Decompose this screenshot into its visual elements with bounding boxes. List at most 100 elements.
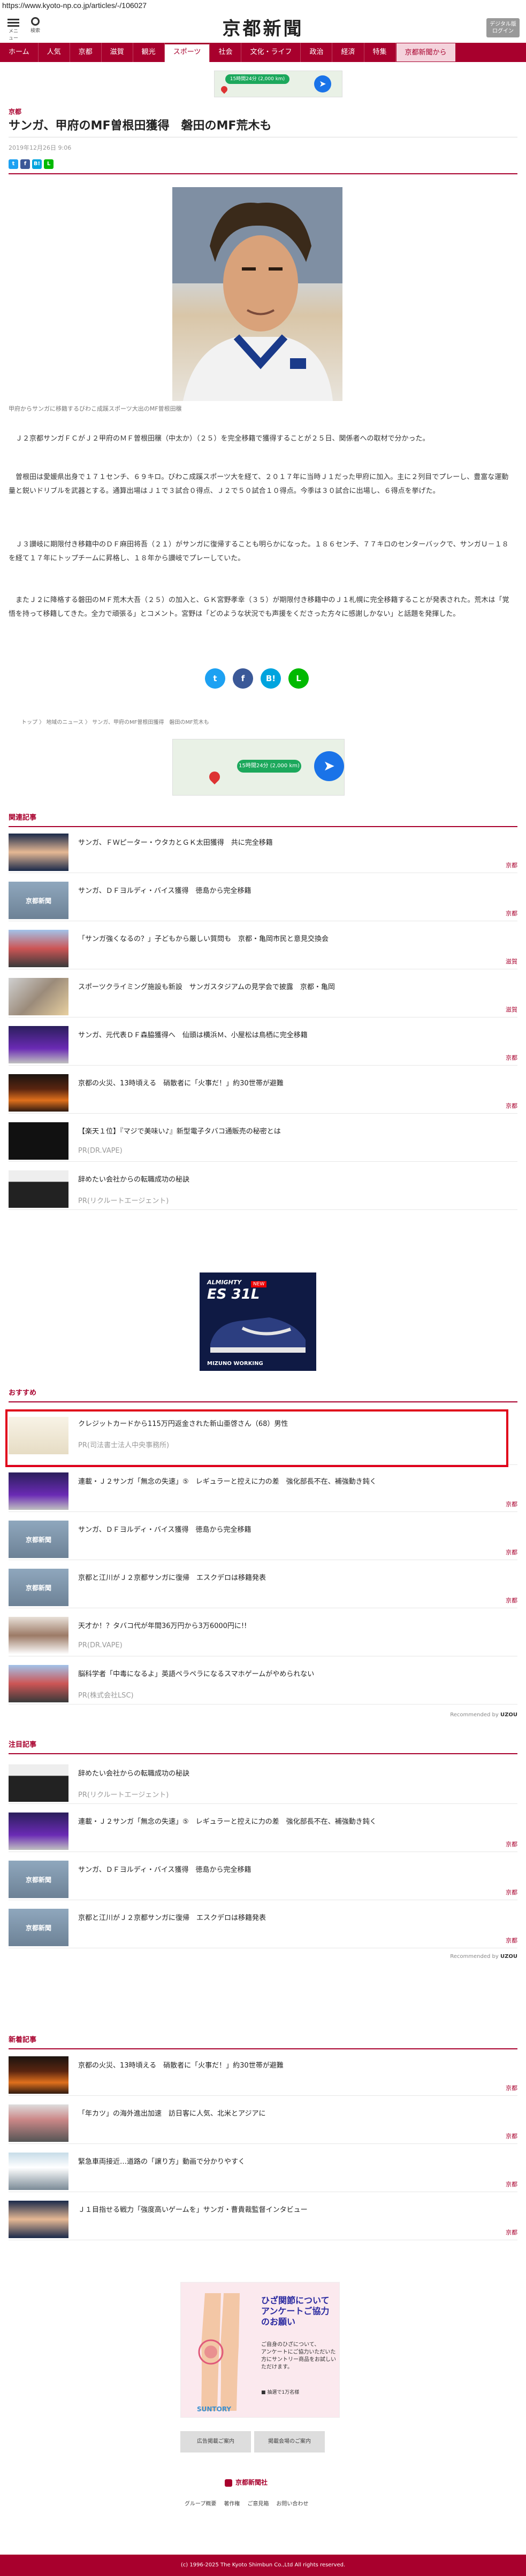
venue-info-button[interactable]: 掲載会場のご案内 <box>254 2431 325 2452</box>
list-item[interactable]: サンガ、元代表ＤＦ森脇獲得へ 仙頭は横浜Ｍ、小屋松は鳥栖に完全移籍 京都 <box>9 1023 517 1066</box>
nav-society[interactable]: 社会 <box>210 43 242 62</box>
recommend-heading: おすすめ <box>9 1387 517 1402</box>
list-item[interactable]: 京都の火災、13時頃える 硝散者に「火事だ！」約30世帯が避難 京都 <box>9 1071 517 1114</box>
nav-economy[interactable]: 経済 <box>332 43 364 62</box>
url-bar: https://www.kyoto-np.co.jp/articles/-/10… <box>2 1 147 10</box>
route-label: 15時間24分 (2,000 km) <box>225 74 289 84</box>
footer-link-copyright[interactable]: 著作権 <box>224 2499 240 2507</box>
site-logo[interactable]: 京都新聞 <box>214 14 312 40</box>
ad-item[interactable]: 【楽天１位】『マジで美味い♪』新型電子タバコ通販売の秘密とは PR(DR.VAPE… <box>9 1119 517 1162</box>
nav-shiga[interactable]: 滋賀 <box>102 43 133 62</box>
ad-item[interactable]: 脳科学者「中毒になるよ」英語ペラペラになるスマホゲームがやめられない PR(株式会… <box>9 1662 517 1705</box>
latest-heading: 新着記事 <box>9 2034 517 2049</box>
logo-mark-icon <box>225 2479 232 2487</box>
footer-link-feedback[interactable]: ご意見箱 <box>247 2499 269 2507</box>
main-nav: ホーム 人気 京都 滋賀 観光 スポーツ 社会 文化・ライフ 政治 経済 特集 … <box>0 43 526 62</box>
kyoto-shimbun-logo-thumbnail: 京都新聞 <box>9 1909 68 1946</box>
nav-from-kyoto[interactable]: 京都新聞から <box>395 43 456 62</box>
digital-login-button[interactable]: デジタル版 ログイン <box>486 18 520 37</box>
search-button[interactable]: 検索 <box>28 17 43 34</box>
nav-sports[interactable]: スポーツ <box>164 43 210 62</box>
footer-buttons: 広告掲載ご案内 掲載会場のご案内 <box>180 2431 325 2452</box>
copyright: (c) 1996-2025 The Kyoto Shimbun Co.,Ltd … <box>0 2555 526 2576</box>
map-pin-icon <box>219 84 229 94</box>
footer-link-group[interactable]: グループ概要 <box>185 2499 216 2507</box>
attention-credit: Recommended by UZOU <box>450 1954 517 1960</box>
facebook-share-icon[interactable]: f <box>20 159 30 169</box>
ad-brand: ALMIGHTY <box>207 1279 242 1286</box>
nav-popular[interactable]: 人気 <box>39 43 70 62</box>
list-item[interactable]: 「サンガ強くなるの？」子どもから厳しい質問も 京都・亀岡市民と意見交換会 滋賀 <box>9 927 517 969</box>
list-item[interactable]: 京都の火災、13時頃える 硝散者に「火事だ！」約30世帯が避難 京都 <box>9 2053 517 2096</box>
ad-item[interactable]: 天才か！？タバコ代が年間36万円から3万6000円に!! PR(DR.VAPE) <box>9 1614 517 1656</box>
footer-logo[interactable]: 京都新聞社 <box>225 2478 268 2487</box>
list-item[interactable]: 京都新聞 京都と江川がＪ２京都サンガに復帰 エスクデロは移籍発表 京都 <box>9 1906 517 1948</box>
breadcrumb-top[interactable]: トップ <box>21 720 37 726</box>
thumbnail <box>9 1417 68 1454</box>
thumbnail <box>9 1170 68 1208</box>
thumbnail <box>9 1764 68 1802</box>
nav-features[interactable]: 特集 <box>364 43 396 62</box>
shoe-ad-banner[interactable]: ALMIGHTY ES 31L NEW MIZUNO WORKING <box>200 1272 316 1371</box>
thumbnail <box>9 978 68 1015</box>
breadcrumb-current: サンガ、甲府のMF曽根田獲得 磐田のMF荒木も <box>92 720 209 726</box>
directions-icon: ➤ <box>314 75 331 92</box>
list-item[interactable]: 京都新聞 サンガ、ＤＦヨルディ・バイス獲得 徳島から完全移籍 京都 <box>9 878 517 921</box>
route-label: 15時間24分 (2,000 km) <box>237 760 301 773</box>
list-item[interactable]: 「年カツ」の海外進出加速 訪日客に人気、北米とアジアに 京都 <box>9 2101 517 2144</box>
title-divider <box>9 173 517 174</box>
hamburger-icon <box>6 19 20 27</box>
line-share-icon[interactable]: L <box>288 668 309 689</box>
thumbnail <box>9 1665 68 1702</box>
twitter-share-icon[interactable]: t <box>9 159 18 169</box>
list-item[interactable]: Ｊ１目指せる戦力「強度高いゲームを」サンガ・曹貴裁監督インタビュー 京都 <box>9 2197 517 2240</box>
list-item[interactable]: 連載・Ｊ２サンガ「無念の失速」⑤ レギュラーと控えに力の差 強化部長不在、補強動… <box>9 1469 517 1512</box>
nav-home[interactable]: ホーム <box>0 43 39 62</box>
map-ad-banner[interactable]: 15時間24分 (2,000 km) ➤ <box>172 739 345 796</box>
article-paragraph: 曽根田は愛媛県出身で１７１センチ、６９キロ。びわこ成蹊スポーツ大を経て、２０１７… <box>9 473 509 495</box>
thumbnail <box>9 1074 68 1112</box>
list-item[interactable]: 京都新聞 京都と江川がＪ２京都サンガに復帰 エスクデロは移籍発表 京都 <box>9 1565 517 1608</box>
search-icon <box>31 17 40 26</box>
breadcrumb-local[interactable]: 地域のニュース <box>46 720 83 726</box>
article-photo[interactable] <box>172 187 342 401</box>
nav-tourism[interactable]: 観光 <box>133 43 165 62</box>
ad-model: ES 31L <box>207 1286 260 1302</box>
ad-note: ■ 抽選で1万名様 <box>261 2390 300 2395</box>
list-item[interactable]: 京都新聞 サンガ、ＤＦヨルディ・バイス獲得 徳島から完全移籍 京都 <box>9 1857 517 1900</box>
article-section-label: 京都 <box>9 108 22 115</box>
map-ad-banner[interactable]: 15時間24分 (2,000 km) ➤ <box>214 71 342 97</box>
line-share-icon[interactable]: L <box>44 159 54 169</box>
ad-info-button[interactable]: 広告掲載ご案内 <box>180 2431 251 2452</box>
nav-kyoto[interactable]: 京都 <box>70 43 102 62</box>
thumbnail <box>9 2104 68 2142</box>
article-paragraph: Ｊ２京都サンガＦＣがＪ２甲府のＭＦ曽根田穣（中太か）（２５）を完全移籍で獲得する… <box>9 435 430 443</box>
list-item[interactable]: 連載・Ｊ２サンガ「無念の失速」⑤ レギュラーと控えに力の差 強化部長不在、補強動… <box>9 1809 517 1852</box>
thumbnail <box>9 930 68 967</box>
thumbnail <box>9 1617 68 1654</box>
site-header: メニュー 検索 京都新聞 デジタル版 ログイン <box>0 12 526 42</box>
list-item[interactable]: 緊急車両接近…道路の「譲り方」動画で分かりやすく 京都 <box>9 2149 517 2192</box>
thumbnail <box>9 2201 68 2238</box>
footer-link-contact[interactable]: お問い合わせ <box>276 2499 308 2507</box>
hatena-share-icon[interactable]: B! <box>32 159 42 169</box>
shoe-image <box>210 1317 306 1353</box>
article-date: 2019年12月26日 9:06 <box>9 144 72 151</box>
article-paragraph: Ｊ３讃岐に期限付き移籍中のＤＦ麻田将吾（２１）がサンガに復帰することも明らかにな… <box>9 541 509 562</box>
menu-button[interactable]: メニュー <box>6 17 20 41</box>
nav-culture[interactable]: 文化・ライフ <box>241 43 301 62</box>
ad-item[interactable]: 辞めたい会社からの転職成功の秘訣 PR(リクルートエージェント) <box>9 1761 517 1804</box>
thumbnail <box>9 1472 68 1510</box>
list-item[interactable]: サンガ、ＦＷピーター・ウタカとＧＫ太田獲得 共に完全移籍 京都 <box>9 830 517 873</box>
thumbnail <box>9 2153 68 2190</box>
ad-item[interactable]: クレジットカードから115万円返金された新山亜啓さん（68）男性 PR(司法書士法… <box>9 1412 517 1465</box>
hatena-share-icon[interactable]: B! <box>261 668 281 689</box>
nav-politics[interactable]: 政治 <box>301 43 333 62</box>
twitter-share-icon[interactable]: t <box>205 668 225 689</box>
list-item[interactable]: 京都新聞 サンガ、ＤＦヨルディ・バイス獲得 徳島から完全移籍 京都 <box>9 1517 517 1560</box>
list-item[interactable]: スポーツクライミング施設も新設 サンガスタジアムの見学会で披露 京都・亀岡 滋賀 <box>9 975 517 1017</box>
facebook-share-icon[interactable]: f <box>233 668 253 689</box>
knee-survey-ad[interactable]: ひざ関節についてアンケートご協力のお願い ご自身のひざについて、 アンケートにご… <box>180 2282 340 2418</box>
ad-item[interactable]: 辞めたい会社からの転職成功の秘訣 PR(リクルートエージェント) <box>9 1167 517 1210</box>
directions-icon: ➤ <box>314 751 344 781</box>
